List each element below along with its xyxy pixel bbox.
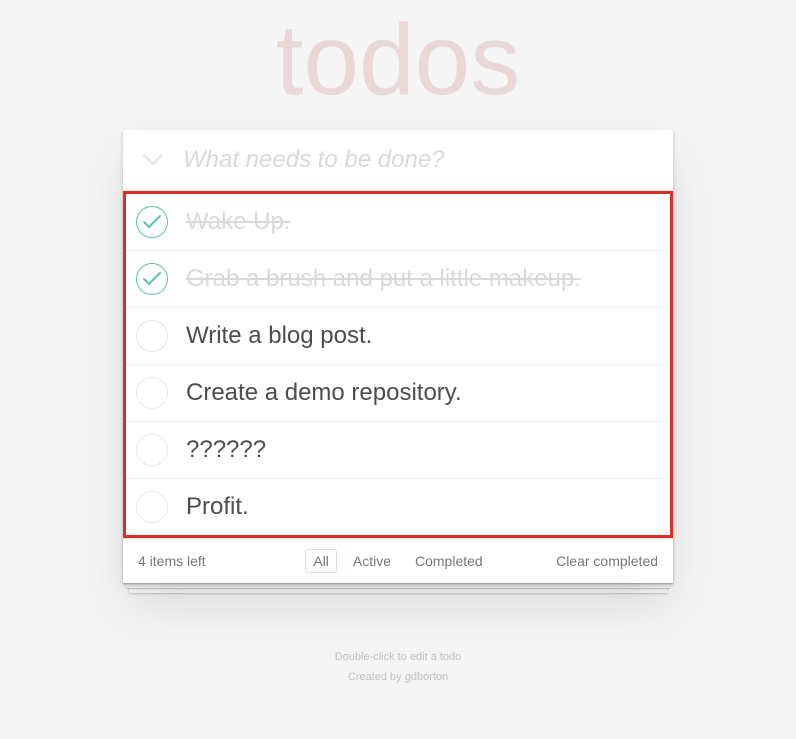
todo-footer: 4 items left All Active Completed Clear … <box>123 538 673 583</box>
clear-completed-button[interactable]: Clear completed <box>491 553 658 569</box>
todo-checkbox[interactable] <box>136 434 168 466</box>
todo-checkbox[interactable] <box>136 320 168 352</box>
checkmark-icon <box>143 215 161 229</box>
info-credit: Created by gdborton <box>123 668 673 688</box>
todo-label[interactable]: Profit. <box>168 493 249 521</box>
todo-item: Create a demo repository. <box>126 365 670 422</box>
header-row <box>123 130 673 191</box>
filter-completed[interactable]: Completed <box>407 549 491 573</box>
todo-checkbox[interactable] <box>136 377 168 409</box>
todo-label[interactable]: Create a demo repository. <box>168 379 462 407</box>
filter-active[interactable]: Active <box>345 549 399 573</box>
todo-label[interactable]: Wake Up. <box>168 208 290 236</box>
todo-label[interactable]: Write a blog post. <box>168 322 372 350</box>
info-footer: Double-click to edit a todo Created by g… <box>123 648 673 688</box>
checkmark-icon <box>143 272 161 286</box>
todo-count: 4 items left <box>138 553 305 569</box>
todo-checkbox[interactable] <box>136 491 168 523</box>
todo-item: Grab a brush and put a little makeup. <box>126 251 670 308</box>
todo-item: Write a blog post. <box>126 308 670 365</box>
todo-item: ?????? <box>126 422 670 479</box>
toggle-all-button[interactable] <box>123 154 183 166</box>
filter-all[interactable]: All <box>305 549 337 573</box>
author-link[interactable]: gdborton <box>405 671 448 683</box>
new-todo-input[interactable] <box>183 130 673 190</box>
todo-item: Profit. <box>126 479 670 535</box>
todoapp-container: Wake Up. Grab a brush and put a little m… <box>123 130 673 583</box>
todo-item: Wake Up. <box>126 194 670 251</box>
todo-checkbox[interactable] <box>136 263 168 295</box>
todo-label[interactable]: Grab a brush and put a little makeup. <box>168 265 581 293</box>
chevron-down-icon <box>143 154 163 166</box>
info-hint: Double-click to edit a todo <box>123 648 673 668</box>
info-credit-prefix: Created by <box>348 671 405 683</box>
todo-label[interactable]: ?????? <box>168 436 266 464</box>
todo-checkbox[interactable] <box>136 206 168 238</box>
filter-list: All Active Completed <box>305 549 490 573</box>
todo-list: Wake Up. Grab a brush and put a little m… <box>123 191 673 538</box>
app-title: todos <box>123 0 673 110</box>
